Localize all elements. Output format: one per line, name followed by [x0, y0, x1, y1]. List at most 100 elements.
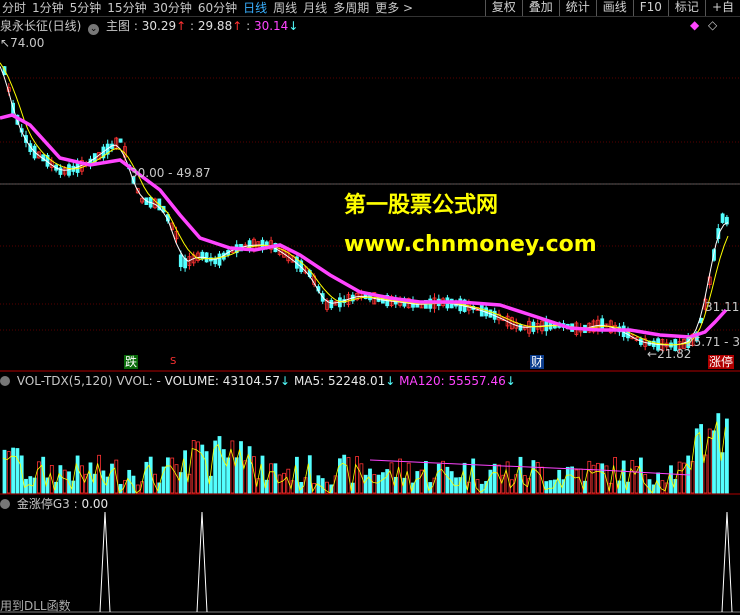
- indicator-pulses: [0, 511, 740, 613]
- volume-bar: [368, 468, 372, 494]
- main-value-1: 30.29: [141, 19, 177, 33]
- tool-button[interactable]: 复权: [484, 0, 522, 16]
- tag-finance: 财: [530, 355, 545, 369]
- volume-bar: [544, 481, 549, 494]
- volume-bar: [475, 479, 480, 494]
- right-price-label-2: 25.71 - 3: [686, 335, 740, 349]
- watermark-title: 第一股票公式网: [344, 193, 499, 218]
- dots-indicator: ◆: [690, 18, 700, 32]
- volume-bar: [243, 460, 248, 494]
- down-arrow-icon: ↓: [288, 19, 299, 33]
- candle-body: [518, 324, 523, 331]
- volume-bar: [380, 472, 385, 494]
- tag-s: S: [170, 356, 177, 367]
- ma5-value: MA5: 52248.01: [293, 374, 386, 388]
- volume-bar: [15, 448, 20, 494]
- volume-bar: [694, 428, 699, 494]
- volume-bar: [725, 418, 729, 494]
- volume-bar: [84, 473, 89, 494]
- candle-body: [118, 138, 123, 143]
- volume-bars: [2, 413, 729, 494]
- period-tab[interactable]: 周线: [271, 0, 301, 16]
- volume-bar: [565, 466, 570, 494]
- volume-bar: [574, 469, 579, 494]
- volume-bar: [282, 472, 286, 494]
- indicator-pane-header: 金涨停G3 : 0.00: [0, 497, 108, 511]
- volume-bar: [41, 456, 46, 494]
- down-arrow-icon: ↓: [505, 374, 516, 388]
- period-tab[interactable]: 月线: [301, 0, 331, 16]
- volume-bar: [548, 480, 553, 494]
- kline-chart[interactable]: [0, 0, 740, 615]
- down-arrow-icon: ↓: [385, 374, 396, 388]
- volume-bar: [445, 466, 450, 494]
- tool-button[interactable]: 标记: [667, 0, 705, 16]
- candle-body: [720, 213, 725, 223]
- period-tab[interactable]: 60分钟: [196, 0, 241, 16]
- volume-bar: [376, 474, 381, 494]
- volume-bar: [19, 455, 24, 494]
- volume-bar: [600, 463, 605, 494]
- volume-bar: [441, 460, 446, 494]
- tag-fall: 跌: [124, 355, 139, 369]
- volume-bar: [634, 465, 639, 494]
- chevron-down-icon[interactable]: ⌄: [88, 24, 100, 35]
- tool-button[interactable]: 统计: [558, 0, 596, 16]
- tool-button[interactable]: 画线: [595, 0, 633, 16]
- volume-bar: [398, 458, 403, 494]
- tool-button[interactable]: F10: [632, 0, 668, 16]
- volume-bar: [677, 461, 682, 494]
- period-tab[interactable]: 更多 >: [373, 0, 417, 16]
- volume-bar: [230, 440, 235, 494]
- volume-bar: [269, 463, 274, 494]
- candle-body: [213, 258, 218, 265]
- dll-footer: 用到DLL函数: [0, 599, 71, 613]
- volume-bar: [415, 471, 420, 494]
- period-tab[interactable]: 分时: [0, 0, 30, 16]
- indicator-pulse: [99, 511, 111, 613]
- period-tab[interactable]: 30分钟: [151, 0, 196, 16]
- volume-bar: [630, 460, 635, 494]
- volume-bar: [170, 457, 175, 494]
- diamond-icon[interactable]: ◇: [708, 18, 717, 32]
- period-tab[interactable]: 1分钟: [30, 0, 68, 16]
- volume-bar: [178, 472, 183, 494]
- volume-bar: [247, 446, 252, 494]
- high-price-label: ↖74.00: [0, 36, 45, 50]
- indicator-name: 主图: [106, 19, 131, 33]
- volume-bar: [596, 462, 600, 494]
- watermark-url: www.chnmoney.com: [344, 232, 597, 257]
- period-tab[interactable]: 日线: [241, 0, 271, 16]
- period-tab[interactable]: 多周期: [331, 0, 373, 16]
- volume-bar: [389, 462, 394, 494]
- volume-bar: [707, 428, 712, 494]
- candle-body: [217, 253, 222, 266]
- tool-button[interactable]: 叠加: [521, 0, 559, 16]
- volume-bar: [75, 455, 80, 494]
- volume-bar: [570, 466, 574, 494]
- main-pane-header: 泉永长征(日线) ⌄ 主图 : 30.29↑ : 29.88↑ : 30.14↓: [0, 19, 299, 35]
- low-price-label: ←21.82: [647, 347, 692, 361]
- chevron-down-icon[interactable]: [0, 499, 10, 509]
- volume-bar: [712, 430, 716, 494]
- indicator-name: 金涨停G3: [16, 497, 70, 511]
- period-tab[interactable]: 5分钟: [68, 0, 106, 16]
- indicator-pulse: [721, 511, 733, 613]
- volume-bar: [337, 458, 342, 494]
- volume-bar: [97, 454, 101, 494]
- right-price-label-1: 31.11: [705, 300, 740, 314]
- period-tabs: 分时 1分钟 5分钟 15分钟 30分钟 60分钟 日线 周线 月线 多周期 更多 >: [0, 0, 417, 16]
- toolbar: 分时 1分钟 5分钟 15分钟 30分钟 60分钟 日线 周线 月线 多周期 更多 > 复权 叠加 统计…: [0, 0, 740, 17]
- volume-bar: [342, 454, 347, 494]
- volume-bar: [587, 460, 592, 494]
- volume-bar: [320, 478, 325, 494]
- tag-limit-up: 涨停: [708, 355, 735, 369]
- period-tab[interactable]: 15分钟: [105, 0, 150, 16]
- volume-bar: [492, 463, 497, 494]
- chevron-down-icon[interactable]: [0, 376, 10, 386]
- volume-bar: [110, 463, 114, 494]
- tool-button[interactable]: +自: [704, 0, 740, 16]
- volume-bar: [355, 456, 360, 494]
- volume-bar: [196, 441, 200, 494]
- volume-value: VOLUME: 43104.57: [164, 374, 281, 388]
